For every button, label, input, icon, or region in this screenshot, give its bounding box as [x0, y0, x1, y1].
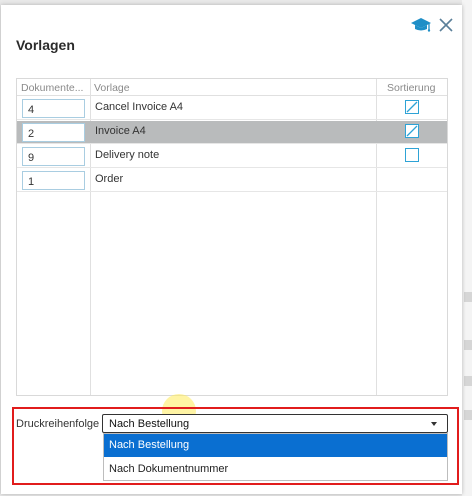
- sort-checkbox[interactable]: [405, 148, 419, 162]
- sort-checkbox[interactable]: [405, 124, 419, 138]
- table-row[interactable]: 1 Order: [17, 169, 447, 192]
- column-header-template[interactable]: Vorlage: [94, 82, 130, 94]
- background-mark: [464, 410, 472, 420]
- table-row[interactable]: 9 Delivery note: [17, 145, 447, 168]
- column-header-documents[interactable]: Dokumente...: [21, 82, 87, 94]
- column-header-sorting[interactable]: Sortierung: [387, 82, 435, 94]
- dropdown-option-by-order[interactable]: Nach Bestellung: [104, 434, 447, 457]
- print-order-select[interactable]: Nach Bestellung: [102, 414, 448, 433]
- sort-checkbox[interactable]: [405, 100, 419, 114]
- print-order-dropdown-list: Nach Bestellung Nach Dokumentnummer: [103, 433, 448, 481]
- dialog-toolbar: [410, 17, 454, 33]
- templates-grid: Dokumente... Vorlage Sortierung 4 Cancel…: [16, 78, 448, 396]
- close-icon[interactable]: [438, 17, 454, 33]
- background-app-strip: [462, 0, 472, 496]
- dropdown-option-by-document-number[interactable]: Nach Dokumentnummer: [104, 458, 447, 481]
- document-count-input[interactable]: 2: [22, 123, 85, 142]
- table-row[interactable]: 4 Cancel Invoice A4: [17, 97, 447, 120]
- chevron-down-icon[interactable]: [431, 422, 437, 426]
- print-order-selected-value: Nach Bestellung: [109, 418, 190, 430]
- template-name: Delivery note: [95, 149, 160, 161]
- dialog-title: Vorlagen: [16, 37, 75, 53]
- checkbox-checked-icon: [406, 101, 418, 113]
- template-name: Invoice A4: [95, 125, 146, 137]
- document-count-input[interactable]: 4: [22, 99, 85, 118]
- checkbox-checked-icon: [406, 125, 418, 137]
- document-count-input[interactable]: 1: [22, 171, 85, 190]
- background-mark: [464, 340, 472, 350]
- grid-header: Dokumente... Vorlage Sortierung: [17, 79, 447, 96]
- graduation-cap-icon[interactable]: [410, 17, 432, 33]
- print-order-label: Druckreihenfolge: [16, 418, 100, 430]
- background-mark: [464, 376, 472, 386]
- templates-dialog: Vorlagen Dokumente... Vorlage Sortierung: [1, 5, 462, 494]
- template-name: Cancel Invoice A4: [95, 101, 184, 113]
- table-row-selected[interactable]: 2 Invoice A4: [17, 121, 447, 144]
- template-name: Order: [95, 173, 124, 185]
- document-count-input[interactable]: 9: [22, 147, 85, 166]
- background-mark: [464, 292, 472, 302]
